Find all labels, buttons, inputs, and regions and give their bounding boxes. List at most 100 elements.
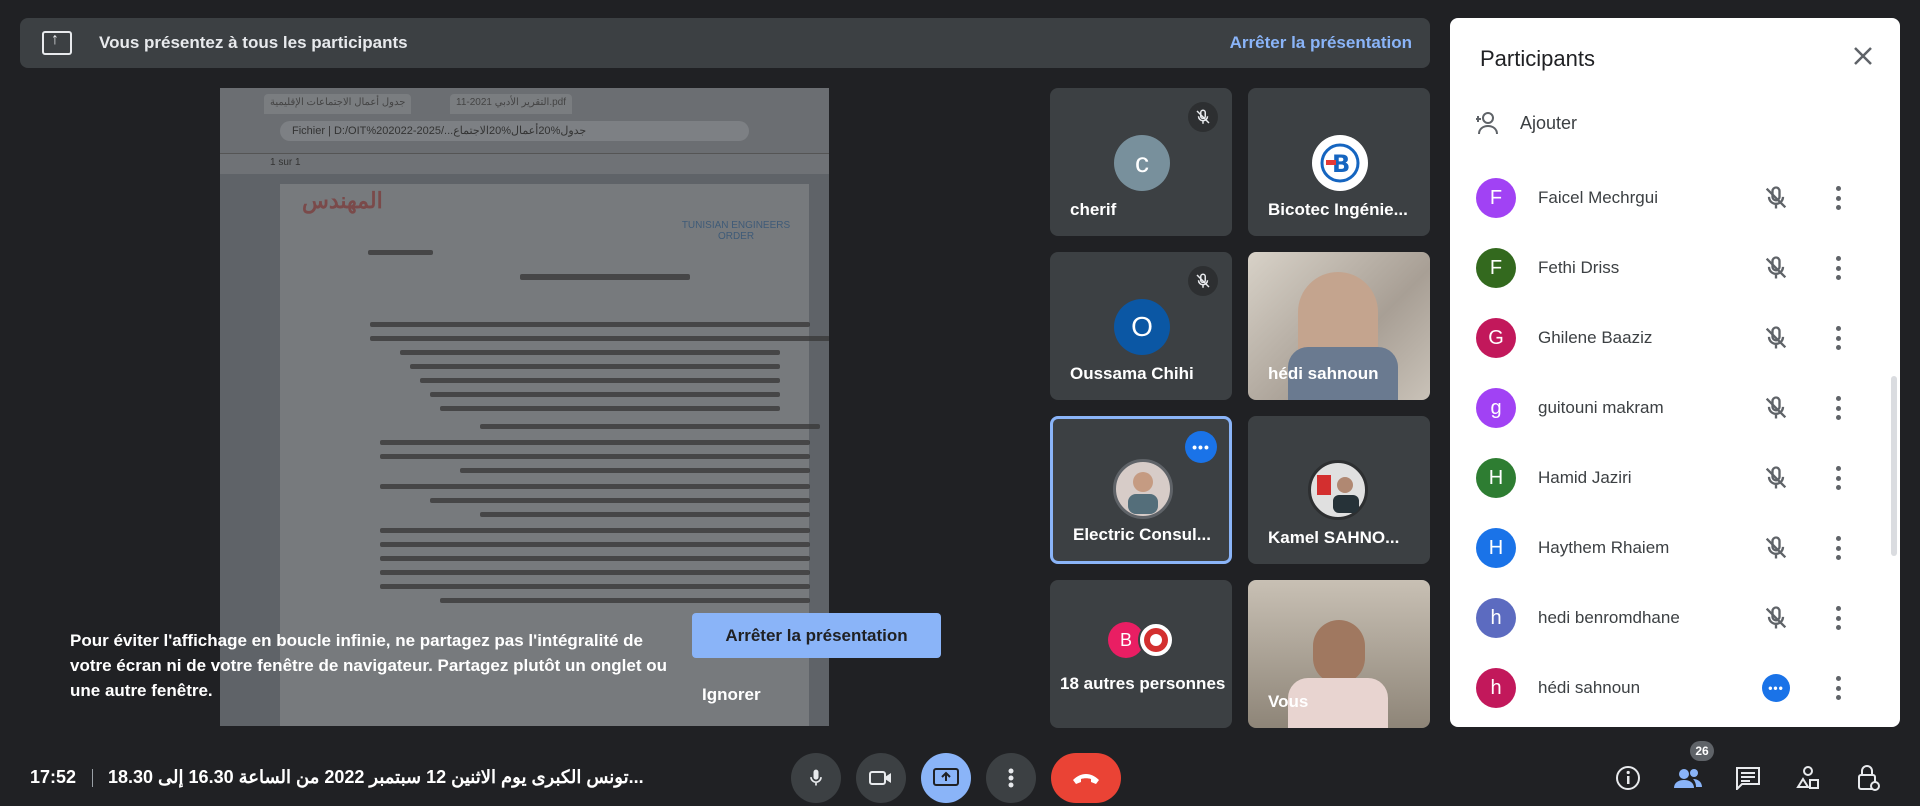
others-count-label: 18 autres personnes bbox=[1060, 674, 1226, 693]
participant-name: hédi sahnoun bbox=[1268, 364, 1379, 383]
more-options-icon[interactable] bbox=[1830, 606, 1846, 630]
self-video-feed bbox=[1313, 620, 1365, 684]
panel-title: Participants bbox=[1480, 46, 1595, 71]
avatar: h bbox=[1476, 668, 1516, 708]
mic-off-icon[interactable] bbox=[1762, 604, 1790, 632]
more-options-icon[interactable] bbox=[1830, 326, 1846, 350]
avatar: h bbox=[1476, 598, 1516, 638]
person-add-icon bbox=[1475, 110, 1506, 136]
hang-up-icon bbox=[1073, 774, 1099, 784]
add-label: Ajouter bbox=[1520, 112, 1578, 133]
participants-count-badge: 26 bbox=[1690, 741, 1714, 761]
mic-off-icon[interactable] bbox=[1762, 324, 1790, 352]
mic-off-icon[interactable] bbox=[1762, 184, 1790, 212]
participant-tile-electric[interactable]: ••• Electric Consul... bbox=[1050, 416, 1232, 564]
more-options-icon[interactable] bbox=[1830, 676, 1846, 700]
document-logo-right: TUNISIAN ENGINEERS ORDER bbox=[681, 220, 791, 242]
clock: 17:52 bbox=[30, 767, 77, 787]
chat-icon[interactable] bbox=[1733, 763, 1763, 793]
participant-tile-hedi-video[interactable]: hédi sahnoun bbox=[1248, 252, 1430, 400]
shared-tab-2: التقرير الأدبي 2021-11.pdf bbox=[450, 94, 573, 114]
participant-tile-kamel[interactable]: Kamel SAHNO... bbox=[1248, 416, 1430, 564]
mic-off-icon bbox=[1188, 266, 1218, 296]
shared-tab-1: جدول أعمال الاجتماعات الإقليمية bbox=[264, 94, 412, 114]
list-item[interactable]: h hedi benromdhane bbox=[1450, 583, 1900, 653]
list-item[interactable]: H Haythem Rhaiem bbox=[1450, 513, 1900, 583]
divider bbox=[92, 769, 93, 787]
more-options-icon[interactable] bbox=[1830, 396, 1846, 420]
present-screen-icon bbox=[42, 31, 72, 55]
more-options-icon[interactable] bbox=[1830, 536, 1846, 560]
avatar: O bbox=[1114, 299, 1170, 355]
participant-name: guitouni makram bbox=[1538, 398, 1664, 417]
avatar-photo bbox=[1138, 622, 1174, 658]
participant-name: Oussama Chihi bbox=[1070, 364, 1194, 383]
mic-off-icon[interactable] bbox=[1762, 534, 1790, 562]
bicotec-logo-avatar: B bbox=[1312, 135, 1368, 191]
participant-list: F Faicel Mechrgui F Fethi Driss G Ghilen… bbox=[1450, 163, 1900, 723]
participant-name: Kamel SAHNO... bbox=[1268, 528, 1400, 547]
ignore-button[interactable]: Ignorer bbox=[702, 685, 761, 705]
leave-call-button[interactable] bbox=[1051, 753, 1121, 803]
participant-name: Fethi Driss bbox=[1538, 258, 1620, 277]
avatar: H bbox=[1476, 458, 1516, 498]
pdf-toolbar: 1 sur 1 bbox=[220, 154, 829, 174]
more-options-button[interactable] bbox=[986, 753, 1036, 803]
others-tile[interactable]: B 18 autres personnes bbox=[1050, 580, 1232, 728]
avatar: F bbox=[1476, 178, 1516, 218]
list-item[interactable]: F Fethi Driss bbox=[1450, 233, 1900, 303]
list-item[interactable]: g guitouni makram bbox=[1450, 373, 1900, 443]
participant-name: Ghilene Baaziz bbox=[1538, 328, 1653, 347]
present-screen-icon bbox=[933, 768, 959, 786]
more-options-icon[interactable] bbox=[1830, 186, 1846, 210]
meeting-title: تونس الكبرى يوم الاثنين 12 سبتمبر 2022 م… bbox=[108, 767, 644, 787]
participant-tile-bicotec[interactable]: B Bicotec Ingénie... bbox=[1248, 88, 1430, 236]
stop-presenting-button[interactable]: Arrêter la présentation bbox=[692, 613, 941, 658]
participant-name: Haythem Rhaiem bbox=[1538, 538, 1670, 557]
avatar-photo bbox=[1308, 460, 1368, 520]
participants-icon[interactable] bbox=[1673, 763, 1703, 793]
meeting-info-icon[interactable] bbox=[1613, 763, 1643, 793]
participant-name: Electric Consul... bbox=[1073, 525, 1211, 544]
list-item[interactable]: G Ghilene Baaziz bbox=[1450, 303, 1900, 373]
microphone-button[interactable] bbox=[791, 753, 841, 803]
avatar: c bbox=[1114, 135, 1170, 191]
avatar-photo bbox=[1113, 459, 1173, 519]
participant-tile-oussama[interactable]: O Oussama Chihi bbox=[1050, 252, 1232, 400]
shared-address-bar: Fichier | D:/OIT%202022-2025/...جدول%20أ… bbox=[280, 121, 749, 141]
activities-icon[interactable] bbox=[1793, 763, 1823, 793]
bottom-control-bar: 17:52 تونس الكبرى يوم الاثنين 12 سبتمبر … bbox=[0, 741, 1920, 806]
mic-off-icon bbox=[1188, 102, 1218, 132]
close-icon[interactable] bbox=[1848, 44, 1878, 74]
camera-icon bbox=[869, 771, 891, 785]
presenting-message: Vous présentez à tous les participants bbox=[99, 33, 408, 52]
participant-name: Bicotec Ingénie... bbox=[1268, 200, 1408, 219]
participants-panel: Participants Ajouter F Faicel Mechrgui F… bbox=[1450, 18, 1900, 727]
host-controls-icon[interactable] bbox=[1853, 763, 1883, 793]
participant-name: Hamid Jaziri bbox=[1538, 468, 1632, 487]
panel-scrollbar[interactable] bbox=[1891, 376, 1897, 556]
present-button[interactable] bbox=[921, 753, 971, 803]
mic-off-icon[interactable] bbox=[1762, 254, 1790, 282]
add-participant-button[interactable]: Ajouter bbox=[1475, 110, 1578, 136]
participant-tile-cherif[interactable]: c cherif bbox=[1050, 88, 1232, 236]
speaking-indicator-icon: ••• bbox=[1762, 674, 1790, 702]
avatar: g bbox=[1476, 388, 1516, 428]
camera-button[interactable] bbox=[856, 753, 906, 803]
stop-presenting-link[interactable]: Arrêter la présentation bbox=[1230, 33, 1412, 53]
mic-off-icon[interactable] bbox=[1762, 394, 1790, 422]
participant-name: cherif bbox=[1070, 200, 1117, 219]
participant-name: Faicel Mechrgui bbox=[1538, 188, 1658, 207]
shared-browser-chrome: جدول أعمال الاجتماعات الإقليمية التقرير … bbox=[220, 88, 829, 154]
more-vert-icon bbox=[1008, 768, 1014, 788]
list-item[interactable]: H Hamid Jaziri bbox=[1450, 443, 1900, 513]
microphone-icon bbox=[810, 769, 822, 786]
more-options-icon[interactable] bbox=[1830, 256, 1846, 280]
participant-tile-self[interactable]: Vous bbox=[1248, 580, 1430, 728]
document-logo-left: المهندس bbox=[302, 188, 383, 214]
list-item[interactable]: F Faicel Mechrgui bbox=[1450, 163, 1900, 233]
list-item[interactable]: h hédi sahnoun ••• bbox=[1450, 653, 1900, 723]
more-options-icon[interactable] bbox=[1830, 466, 1846, 490]
mic-off-icon[interactable] bbox=[1762, 464, 1790, 492]
avatar: H bbox=[1476, 528, 1516, 568]
